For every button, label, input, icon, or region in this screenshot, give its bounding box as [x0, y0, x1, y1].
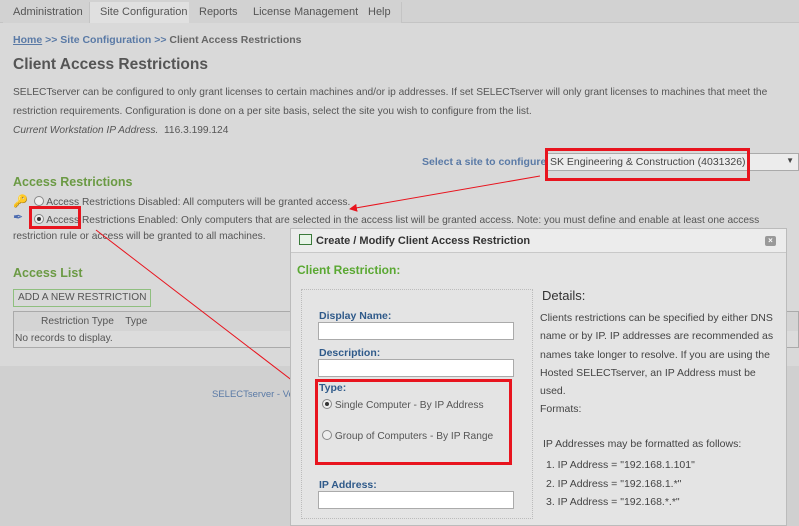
client-restriction-heading: Client Restriction:	[297, 263, 401, 277]
description-label: Description:	[319, 347, 381, 359]
description-input[interactable]	[318, 359, 514, 377]
format-item: 3. IP Address = "192.168.*.*"	[546, 496, 680, 508]
details-heading: Details:	[542, 288, 586, 303]
format-item: 2. IP Address = "192.168.1.*"	[546, 477, 682, 490]
display-name-input[interactable]	[318, 322, 514, 340]
formats-label: Formats:	[540, 403, 582, 416]
arrow-to-type	[95, 229, 303, 389]
details-line: name or by IP. IP addresses are recommen…	[540, 330, 774, 343]
format-item: 1. IP Address = "192.168.1.101"	[546, 459, 695, 471]
details-line: names take longer to resolve. If you are…	[540, 348, 770, 361]
details-line: Hosted SELECTserver, an IP Address must …	[540, 366, 756, 379]
display-name-label: Display Name:	[319, 310, 392, 322]
dialog-titlebar: Create / Modify Client Access Restrictio…	[291, 229, 786, 253]
dialog-title: Create / Modify Client Access Restrictio…	[316, 235, 531, 247]
close-icon[interactable]: ×	[765, 236, 776, 246]
window-icon	[299, 234, 312, 245]
annotation-highlight	[315, 379, 512, 465]
arrow-to-radio	[349, 175, 541, 212]
formats-intro: IP Addresses may be formatted as follows…	[543, 438, 742, 450]
ip-address-label: IP Address:	[319, 479, 377, 491]
formats-list: 1. IP Address = "192.168.1.101" 2. IP Ad…	[546, 456, 695, 512]
details-text: Clients restrictions can be specified by…	[540, 309, 773, 419]
details-line: Clients restrictions can be specified by…	[540, 312, 773, 324]
client-restriction-dialog: Create / Modify Client Access Restrictio…	[290, 228, 787, 526]
details-line: used.	[540, 385, 566, 398]
ip-address-input[interactable]	[318, 491, 514, 509]
